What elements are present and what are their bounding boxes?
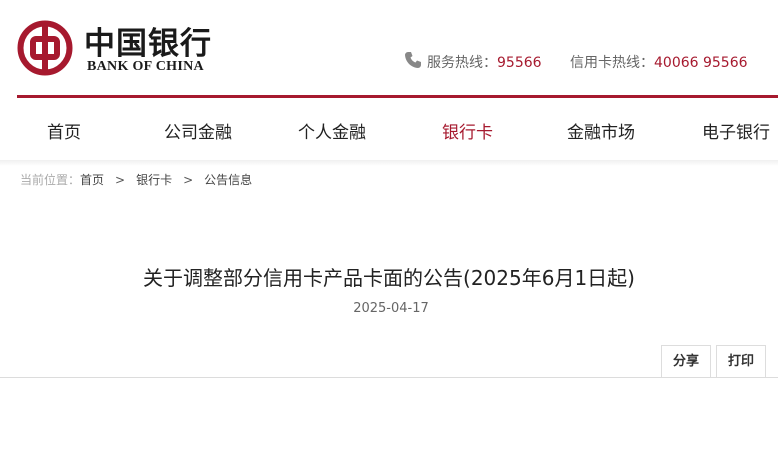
breadcrumb-prefix: 当前位置： <box>20 173 81 187</box>
nav-item-corporate-banking[interactable]: 公司金融 <box>164 118 232 143</box>
breadcrumb-item-bank-cards[interactable]: 银行卡 <box>136 173 172 187</box>
nav-item-home[interactable]: 首页 <box>47 118 81 143</box>
service-hotline-number: 95566 <box>497 55 542 71</box>
breadcrumb-separator: > <box>183 173 194 187</box>
breadcrumb: 当前位置：首页 > 银行卡 > 公告信息 <box>20 171 252 188</box>
nav-item-e-banking[interactable]: 电子银行 <box>702 118 770 143</box>
publish-date: 2025-04-17 <box>353 301 429 316</box>
breadcrumb-item-home[interactable]: 首页 <box>80 173 104 187</box>
nav-shadow <box>0 160 778 166</box>
nav-item-bank-cards[interactable]: 银行卡 <box>442 118 493 143</box>
service-hotline-label: 服务热线： <box>427 55 497 71</box>
service-hotline: 服务热线：95566 <box>427 52 542 72</box>
nav-item-personal-banking[interactable]: 个人金融 <box>298 118 366 143</box>
bank-of-china-logo-icon[interactable] <box>17 20 73 76</box>
card-hotline-number: 40066 95566 <box>654 55 748 71</box>
bank-name-chinese: 中国银行 <box>84 26 212 62</box>
share-button[interactable]: 分享 <box>661 345 711 377</box>
breadcrumb-separator: > <box>115 173 126 187</box>
nav-item-financial-markets[interactable]: 金融市场 <box>567 118 635 143</box>
site-header: 中国银行 BANK OF CHINA 服务热线：95566 信用卡热线：4006… <box>0 0 778 96</box>
breadcrumb-item-announcements[interactable]: 公告信息 <box>204 173 252 187</box>
phone-icon <box>405 52 421 68</box>
content-divider <box>0 377 778 378</box>
print-button[interactable]: 打印 <box>716 345 766 377</box>
card-hotline-label: 信用卡热线： <box>570 55 654 71</box>
credit-card-hotline: 信用卡热线：40066 95566 <box>570 52 748 72</box>
page-title: 关于调整部分信用卡产品卡面的公告(2025年6月1日起) <box>143 266 635 290</box>
main-nav: 首页 公司金融 个人金融 银行卡 金融市场 电子银行 <box>0 98 778 161</box>
bank-name-english: BANK OF CHINA <box>87 59 204 74</box>
